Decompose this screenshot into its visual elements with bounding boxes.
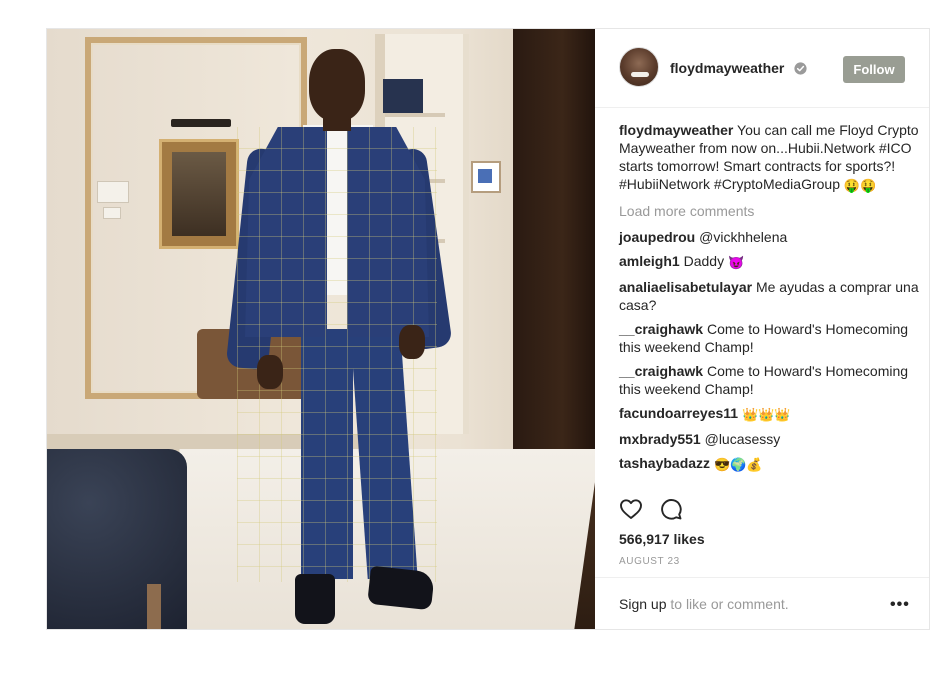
comment-item: tashaybadazz 😎🌍💰	[619, 454, 919, 474]
comments-list: floydmayweather You can call me Floyd Cr…	[619, 121, 919, 480]
photo-wall-sign	[471, 161, 501, 193]
caption-username[interactable]: floydmayweather	[619, 122, 733, 138]
likes-count[interactable]: 566,917 likes	[619, 531, 705, 547]
photo-shelf	[385, 113, 445, 117]
post-actions	[619, 497, 919, 521]
comment-item: __craighawk Come to Howard's Homecoming …	[619, 320, 919, 356]
comment-emoji: 😎🌍💰	[713, 457, 763, 472]
load-more-comments-link[interactable]: Load more comments	[619, 202, 919, 220]
comment-username[interactable]: __craighawk	[619, 363, 703, 379]
more-options-icon[interactable]: •••	[890, 596, 910, 614]
signup-link[interactable]: Sign up	[619, 596, 666, 612]
comment-bubble-icon[interactable]	[659, 497, 683, 521]
comment-item: mxbrady551 @lucasessy	[619, 430, 919, 448]
comment-text: Daddy	[683, 253, 725, 269]
post-photo[interactable]	[47, 29, 595, 629]
photo-ottoman-leg	[147, 584, 161, 629]
comment-item: __craighawk Come to Howard's Homecoming …	[619, 362, 919, 398]
comment-username[interactable]: tashaybadazz	[619, 455, 710, 471]
comment-text: @lucasessy	[704, 431, 781, 447]
caption-emoji: 🤑🤑	[843, 178, 877, 193]
post-footer: Sign up to like or comment. •••	[595, 577, 929, 629]
comment-username[interactable]: amleigh1	[619, 253, 680, 269]
post-caption: floydmayweather You can call me Floyd Cr…	[619, 121, 919, 195]
photo-books	[383, 79, 423, 113]
comment-username[interactable]: analiaelisabetulayar	[619, 279, 752, 295]
comment-text: @vickhhelena	[699, 229, 788, 245]
avatar[interactable]	[619, 47, 659, 87]
instagram-post: floydmayweather Follow floydmayweather Y…	[46, 28, 930, 630]
photo-figure-hand	[257, 355, 283, 389]
follow-button[interactable]: Follow	[843, 56, 905, 83]
signup-suffix-text[interactable]: to like or comment.	[670, 596, 788, 612]
comment-emoji: 😈	[727, 255, 745, 270]
verified-badge-icon	[794, 62, 807, 75]
post-side-panel: floydmayweather Follow floydmayweather Y…	[595, 29, 929, 629]
comment-username[interactable]: __craighawk	[619, 321, 703, 337]
comment-emoji: 👑👑👑	[741, 407, 791, 422]
comment-username[interactable]: mxbrady551	[619, 431, 701, 447]
photo-picture-lamp	[171, 119, 231, 127]
photo-light-switch	[97, 181, 129, 203]
photo-figure-leg	[301, 329, 353, 579]
photo-figure-shoe	[367, 565, 435, 611]
photo-figure-head	[309, 49, 365, 121]
comment-username[interactable]: facundoarreyes11	[619, 405, 738, 421]
post-header: floydmayweather Follow	[595, 29, 929, 108]
photo-figure-shoe	[295, 574, 335, 624]
comment-item: joaupedrou @vickhhelena	[619, 228, 919, 246]
photo-outlet	[103, 207, 121, 219]
photo-ottoman	[47, 449, 187, 629]
signup-prompt: Sign up to like or comment.	[619, 596, 789, 612]
photo-painting	[159, 139, 239, 249]
comment-username[interactable]: joaupedrou	[619, 229, 695, 245]
comment-item: analiaelisabetulayar Me ayudas a comprar…	[619, 278, 919, 314]
heart-icon[interactable]	[619, 497, 643, 521]
comment-item: amleigh1 Daddy 😈	[619, 252, 919, 272]
post-date: AUGUST 23	[619, 556, 680, 567]
comment-item: facundoarreyes11 👑👑👑	[619, 404, 919, 424]
username-link[interactable]: floydmayweather	[670, 60, 784, 76]
photo-figure-hand	[399, 325, 425, 359]
